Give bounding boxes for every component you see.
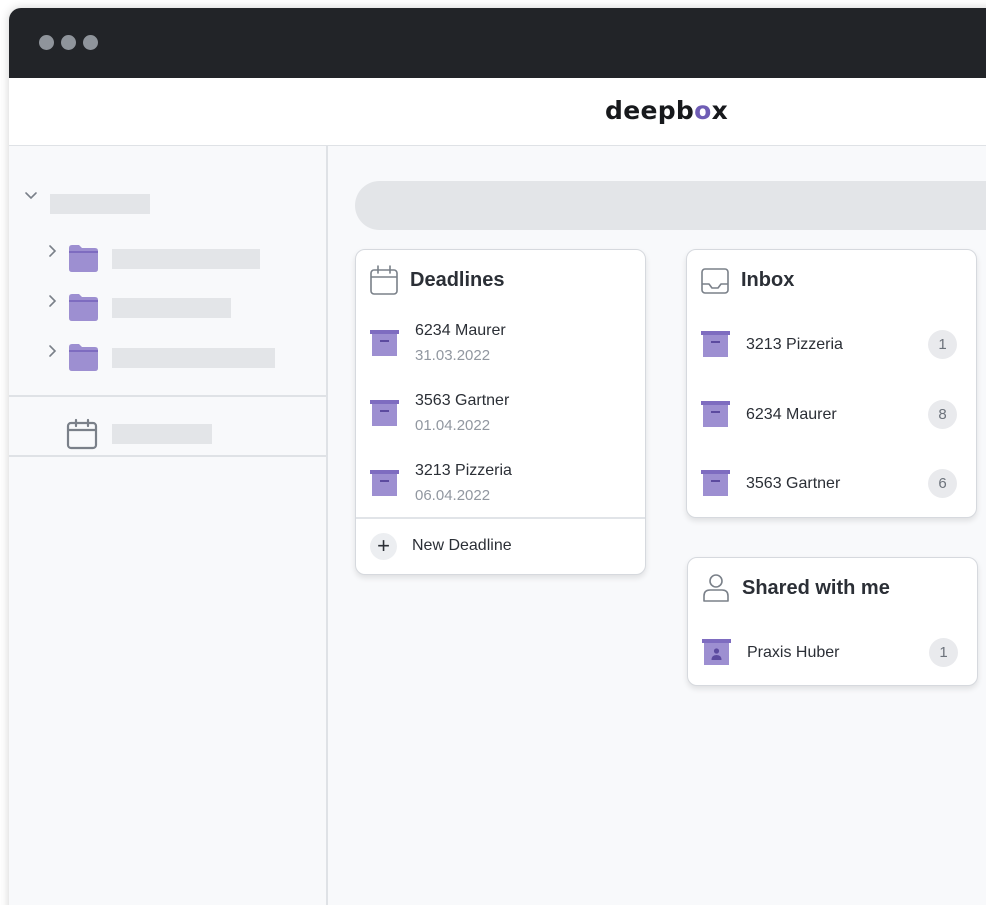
item-name: Praxis Huber	[747, 644, 840, 661]
archive-box-icon	[370, 330, 399, 356]
user-icon	[703, 574, 729, 602]
item-date: 06.04.2022	[415, 487, 491, 504]
window-control-dot[interactable]	[83, 35, 98, 50]
archive-box-icon	[701, 470, 730, 496]
chevron-right-icon[interactable]	[45, 343, 61, 359]
new-deadline-button[interactable]: + New Deadline	[356, 517, 645, 574]
calendar-icon	[66, 418, 98, 450]
item-name: 3563 Gartner	[746, 475, 841, 492]
archive-box-icon	[701, 331, 730, 357]
plus-icon: +	[370, 533, 397, 560]
card-title: Shared with me	[742, 577, 890, 599]
search-bar[interactable]	[355, 181, 986, 230]
deepbox-logo[interactable]: deepbox	[605, 96, 728, 125]
item-name: 3213 Pizzeria	[415, 462, 512, 479]
sidebar-item-placeholder[interactable]	[112, 249, 260, 269]
archive-box-icon	[370, 470, 399, 496]
item-date: 01.04.2022	[415, 417, 491, 434]
item-name: 3213 Pizzeria	[746, 336, 843, 353]
folder-icon	[69, 245, 98, 272]
count-badge: 8	[928, 400, 957, 429]
archive-box-icon	[701, 401, 730, 427]
chevron-down-icon[interactable]	[23, 188, 39, 204]
chevron-right-icon[interactable]	[45, 243, 61, 259]
sidebar	[9, 146, 328, 905]
folder-icon	[69, 344, 98, 371]
app-header: deepbox	[9, 78, 986, 146]
count-badge: 6	[928, 469, 957, 498]
count-badge: 1	[929, 638, 958, 667]
main-content: Deadlines 6234 Maurer 31.03.2022 3563 Ga…	[330, 146, 986, 905]
inbox-card: Inbox 3213 Pizzeria 1 6234 Maurer 8 3563…	[686, 249, 977, 518]
window-control-dot[interactable]	[39, 35, 54, 50]
sidebar-item-placeholder[interactable]	[112, 348, 275, 368]
sidebar-calendar-placeholder[interactable]	[112, 424, 212, 444]
sidebar-divider	[9, 455, 328, 457]
folder-icon	[69, 294, 98, 321]
inbox-icon	[701, 268, 729, 294]
new-deadline-label: New Deadline	[412, 537, 512, 554]
calendar-icon	[370, 265, 398, 295]
archive-box-icon	[370, 400, 399, 426]
window-control-dot[interactable]	[61, 35, 76, 50]
sidebar-divider	[9, 395, 328, 397]
shared-with-me-card: Shared with me Praxis Huber 1	[687, 557, 978, 686]
item-name: 3563 Gartner	[415, 392, 510, 409]
item-name: 6234 Maurer	[415, 322, 506, 339]
item-date: 31.03.2022	[415, 347, 491, 364]
app-window: deepbox Deadlines 6234 Maurer 31.03.2022…	[9, 8, 986, 905]
item-name: 6234 Maurer	[746, 406, 837, 423]
shared-box-icon	[702, 639, 731, 665]
sidebar-root-placeholder[interactable]	[50, 194, 150, 214]
chevron-right-icon[interactable]	[45, 293, 61, 309]
sidebar-item-placeholder[interactable]	[112, 298, 231, 318]
card-title: Inbox	[741, 269, 795, 291]
card-title: Deadlines	[410, 269, 505, 291]
window-titlebar	[9, 8, 986, 78]
deadlines-card: Deadlines 6234 Maurer 31.03.2022 3563 Ga…	[355, 249, 646, 575]
count-badge: 1	[928, 330, 957, 359]
